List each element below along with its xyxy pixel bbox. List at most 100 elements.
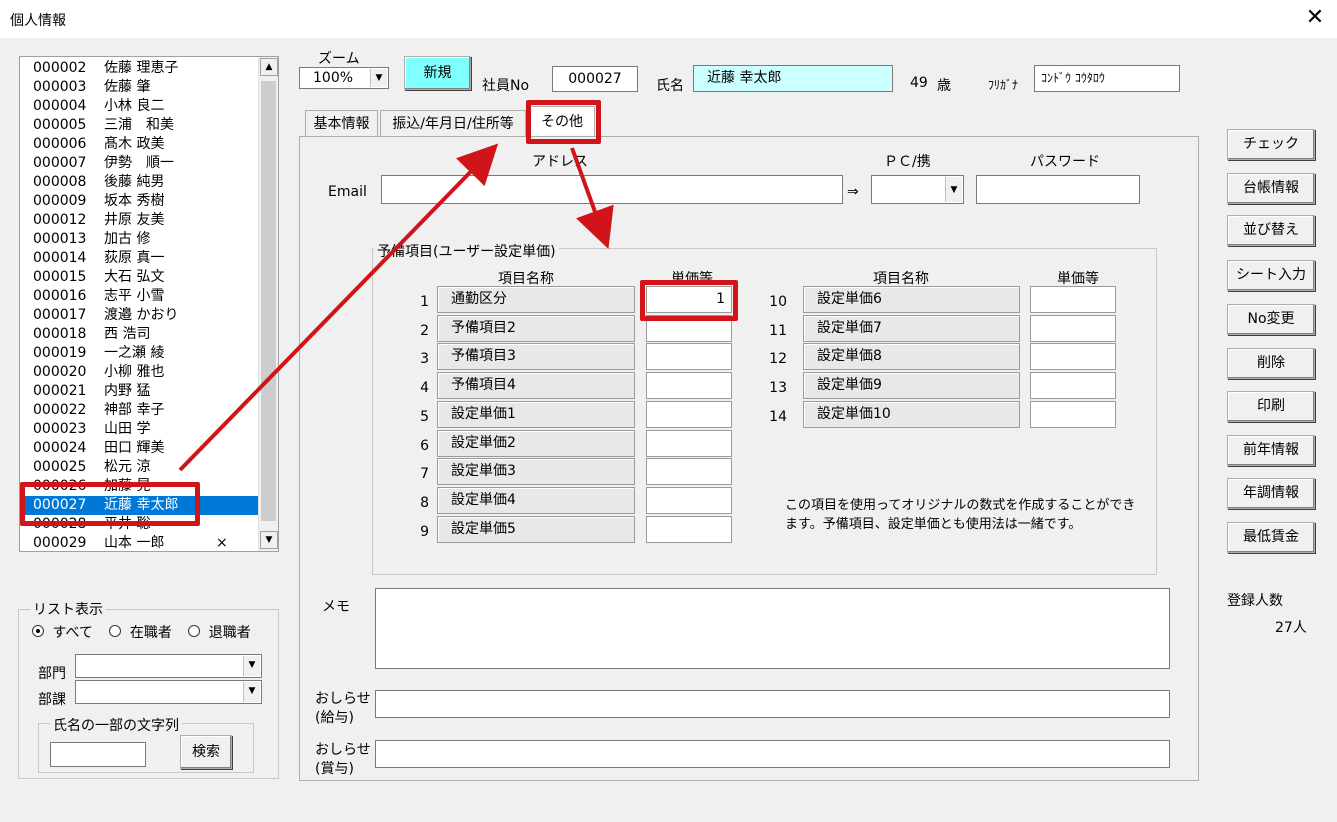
salary-notice-label: おしらせ (給与)	[315, 690, 371, 728]
employee-list-item[interactable]: 000003 佐藤 肇	[20, 78, 258, 97]
item-number: 11	[769, 322, 787, 339]
search-button[interactable]: 検索	[180, 735, 232, 769]
employee-list-item[interactable]: 000008 後藤 純男	[20, 173, 258, 192]
employee-list-item[interactable]: 000005 三浦 和美	[20, 116, 258, 135]
side-button-0[interactable]: チェック	[1227, 129, 1315, 160]
employee-list-item[interactable]: 000025 松元 涼	[20, 458, 258, 477]
employee-list[interactable]: 000002 佐藤 理恵子 000003 佐藤 肇 000004 小林 良二 000005 三…	[19, 56, 279, 552]
employee-id: 000009	[33, 193, 87, 209]
item-value-input[interactable]	[646, 372, 732, 400]
employee-list-item[interactable]: 000020 小柳 雅也	[20, 363, 258, 382]
section-label: 部課	[38, 692, 66, 708]
side-button-6[interactable]: 印刷	[1227, 391, 1315, 422]
employee-id: 000027	[33, 497, 87, 513]
employee-list-item[interactable]: 000012 井原 友美	[20, 211, 258, 230]
name-label: 氏名	[656, 78, 684, 94]
tab-basic-info[interactable]: 基本情報	[305, 110, 378, 137]
scroll-down-button[interactable]: ▼	[260, 531, 278, 549]
item-value-input[interactable]	[646, 400, 732, 428]
chevron-down-icon[interactable]: ▼	[945, 177, 962, 202]
item-value-input[interactable]	[646, 314, 732, 342]
employee-list-item[interactable]: 000024 田口 輝美	[20, 439, 258, 458]
scroll-thumb[interactable]	[261, 81, 276, 521]
close-button[interactable]: ✕	[1300, 4, 1330, 32]
employee-list-item[interactable]: 000016 志平 小雪	[20, 287, 258, 306]
employee-list-item[interactable]: 000023 山田 学	[20, 420, 258, 439]
zoom-select[interactable]: 100% ▼	[299, 67, 389, 89]
chevron-down-icon[interactable]: ▼	[243, 682, 260, 702]
side-button-2[interactable]: 並び替え	[1227, 215, 1315, 246]
tab-other[interactable]: その他	[529, 106, 595, 137]
scroll-up-button[interactable]: ▲	[260, 58, 278, 76]
side-button-5[interactable]: 削除	[1227, 348, 1315, 379]
employee-list-item[interactable]: 000015 大石 弘文	[20, 268, 258, 287]
side-button-3[interactable]: シート入力	[1227, 260, 1315, 291]
item-value-input[interactable]: 1	[646, 286, 732, 313]
employee-list-item[interactable]: 000029 山本 一郎 ×	[20, 534, 258, 551]
tab-transfer-dates-address[interactable]: 振込/年月日/住所等	[380, 110, 526, 137]
emp-no-label: 社員No	[482, 78, 530, 94]
pc-mobile-select[interactable]: ▼	[871, 175, 964, 204]
item-value-input[interactable]	[1030, 286, 1116, 313]
employee-name: 大石 弘文	[104, 269, 165, 285]
item-value-input[interactable]	[646, 486, 732, 514]
employee-list-item[interactable]: 000006 髙木 政美	[20, 135, 258, 154]
employee-list-item[interactable]: 000017 渡邉 かおり	[20, 306, 258, 325]
employee-list-item[interactable]: 000002 佐藤 理恵子	[20, 59, 258, 78]
side-button-7[interactable]: 前年情報	[1227, 435, 1315, 466]
password-input[interactable]	[976, 175, 1140, 204]
item-value-input[interactable]	[1030, 400, 1116, 428]
employee-name: 伊勢 順一	[104, 155, 174, 171]
list-scrollbar[interactable]: ▲ ▼	[258, 57, 278, 551]
employee-list-item[interactable]: 000019 一之瀬 綾	[20, 344, 258, 363]
employee-list-item[interactable]: 000004 小林 良二	[20, 97, 258, 116]
employee-name: 近藤 幸太郎	[104, 497, 179, 513]
employee-id: 000006	[33, 136, 87, 152]
employee-list-item[interactable]: 000018 西 浩司	[20, 325, 258, 344]
side-button-8[interactable]: 年調情報	[1227, 478, 1315, 509]
furigana-field[interactable]: ｺﾝﾄﾞｳ ｺｳﾀﾛｳ	[1034, 65, 1180, 92]
item-value-input[interactable]	[1030, 343, 1116, 371]
item-value-input[interactable]	[646, 429, 732, 457]
name-field[interactable]: 近藤 幸太郎	[693, 65, 893, 92]
employee-list-item[interactable]: 000013 加古 修	[20, 230, 258, 249]
employee-list-item[interactable]: 000026 加藤 晃	[20, 477, 258, 496]
chevron-down-icon[interactable]: ▼	[243, 656, 260, 676]
employee-list-item[interactable]: 000027 近藤 幸太郎	[20, 496, 258, 515]
item-value-input[interactable]	[646, 458, 732, 486]
section-select[interactable]: ▼	[75, 680, 262, 704]
item-value-input[interactable]	[1030, 314, 1116, 342]
employee-id: 000015	[33, 269, 87, 285]
emp-no-field[interactable]: 000027	[552, 66, 638, 92]
employee-list-item[interactable]: 000028 平井 聡	[20, 515, 258, 534]
employee-name: 渡邉 かおり	[104, 307, 179, 323]
item-value-input[interactable]	[646, 515, 732, 543]
side-button-1[interactable]: 台帳情報	[1227, 173, 1315, 204]
chevron-down-icon[interactable]: ▼	[370, 69, 387, 87]
new-button[interactable]: 新規	[404, 56, 471, 90]
radio-retired[interactable]	[188, 625, 201, 637]
employee-list-item[interactable]: 000014 荻原 真一	[20, 249, 258, 268]
window-title: 個人情報	[10, 13, 66, 29]
bonus-notice-input[interactable]	[375, 740, 1170, 768]
salary-notice-input[interactable]	[375, 690, 1170, 718]
zoom-value: 100%	[313, 70, 354, 86]
name-search-input[interactable]	[50, 742, 146, 767]
memo-textarea[interactable]	[375, 588, 1170, 669]
side-button-4[interactable]: No変更	[1227, 304, 1315, 335]
item-value-input[interactable]	[1030, 372, 1116, 400]
radio-employed[interactable]	[109, 625, 122, 637]
side-button-9[interactable]: 最低賃金	[1227, 522, 1315, 553]
employee-id: 000007	[33, 155, 87, 171]
email-input[interactable]	[381, 175, 843, 204]
employee-list-item[interactable]: 000022 神部 幸子	[20, 401, 258, 420]
employee-list-item[interactable]: 000007 伊勢 順一	[20, 154, 258, 173]
note-line-2: ます。予備項目、設定単価とも使用法は一緒です。	[785, 517, 1082, 532]
employee-list-item[interactable]: 000021 内野 猛	[20, 382, 258, 401]
item-value-input[interactable]	[646, 343, 732, 371]
radio-all[interactable]	[32, 625, 44, 637]
col-price-left: 単価等	[671, 271, 713, 287]
dept-select[interactable]: ▼	[75, 654, 262, 678]
employee-list-item[interactable]: 000009 坂本 秀樹	[20, 192, 258, 211]
radio-employed-label: 在職者	[129, 625, 172, 641]
